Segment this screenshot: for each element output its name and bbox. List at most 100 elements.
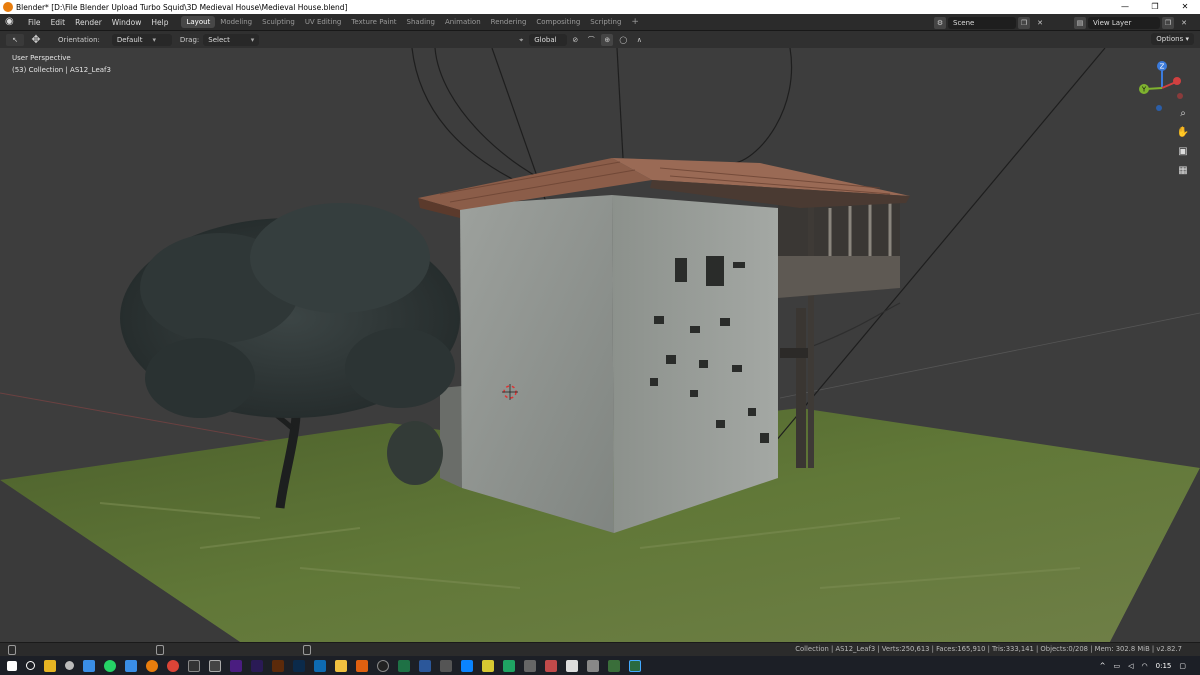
add-workspace-button[interactable]: + <box>626 17 644 27</box>
scene-selector: ⚙ Scene ❐ ✕ <box>932 16 1048 29</box>
calendar-icon[interactable] <box>125 659 137 672</box>
snap-toggle-icon[interactable]: ⊕ <box>601 33 614 46</box>
app-icon[interactable] <box>587 659 599 672</box>
maximize-button[interactable]: ❐ <box>1140 0 1170 14</box>
menu-render[interactable]: Render <box>70 18 107 27</box>
chevron-down-icon: ▾ <box>152 35 156 44</box>
window-titlebar: Blender* [D:\File Blender Upload Turbo S… <box>0 0 1200 14</box>
menu-edit[interactable]: Edit <box>46 18 71 27</box>
window-title: Blender* [D:\File Blender Upload Turbo S… <box>16 2 348 12</box>
view-layer-field[interactable]: View Layer <box>1088 16 1160 29</box>
chrome-icon[interactable] <box>167 659 179 672</box>
photoshop-icon[interactable] <box>293 659 305 672</box>
options-dropdown[interactable]: Options ▾ <box>1151 33 1194 45</box>
perspective-toggle-icon[interactable]: ▦ <box>1175 163 1191 179</box>
scene-icon[interactable]: ⚙ <box>934 16 946 29</box>
copy-scene-icon[interactable]: ❐ <box>1018 16 1030 29</box>
delete-scene-icon[interactable]: ✕ <box>1034 17 1046 29</box>
select-mode-icon[interactable]: ↖ <box>6 33 24 46</box>
view-layer-icon[interactable]: ▤ <box>1074 16 1086 29</box>
app-icon[interactable] <box>608 659 620 672</box>
menu-file[interactable]: File <box>23 18 46 27</box>
orientation-dropdown[interactable]: Default ▾ <box>111 33 172 46</box>
tab-layout[interactable]: Layout <box>181 16 216 28</box>
notifications-icon[interactable]: ▢ <box>1179 662 1186 670</box>
drag-label: Drag: <box>179 35 200 44</box>
tab-texture-paint[interactable]: Texture Paint <box>346 16 401 28</box>
zoom-icon[interactable]: ⌕ <box>1175 106 1191 122</box>
chevron-up-icon[interactable]: ^ <box>1100 662 1106 670</box>
chevron-down-icon: ▾ <box>250 35 255 44</box>
snap-icon[interactable]: ⌒ <box>585 34 597 46</box>
minimize-button[interactable]: — <box>1110 0 1140 14</box>
drag-value: Select Box <box>208 35 230 56</box>
photos-icon[interactable] <box>314 659 326 672</box>
gizmo-z-label: Z <box>1160 63 1165 71</box>
network-icon[interactable]: ▭ <box>1114 662 1121 670</box>
vlc-icon[interactable] <box>356 659 368 672</box>
hand-pan-icon[interactable]: ✋ <box>1175 125 1191 141</box>
falloff-icon[interactable]: ∧ <box>633 34 645 46</box>
menu-help[interactable]: Help <box>146 18 173 27</box>
mouse-middle-icon <box>156 645 164 655</box>
transform-orientation-icon[interactable]: ⌖ <box>515 34 527 46</box>
tab-shading[interactable]: Shading <box>402 16 440 28</box>
clock[interactable]: 0:15 <box>1156 662 1172 670</box>
tab-sculpting[interactable]: Sculpting <box>257 16 300 28</box>
app-icon[interactable] <box>545 659 557 672</box>
menu-window[interactable]: Window <box>107 18 147 27</box>
scene-name-field[interactable]: Scene <box>948 16 1016 29</box>
copy-view-layer-icon[interactable]: ❐ <box>1162 16 1174 29</box>
camera-view-icon[interactable]: ▣ <box>1175 144 1191 160</box>
blender-app-icon <box>3 2 13 12</box>
house-front-wall <box>460 195 614 533</box>
tab-uv-editing[interactable]: UV Editing <box>300 16 347 28</box>
drag-dropdown[interactable]: Select Box ▾ <box>203 33 260 56</box>
after-effects-icon[interactable] <box>230 659 242 672</box>
blender-logo-icon[interactable]: ◉ <box>5 16 19 28</box>
app-icon[interactable] <box>209 659 221 672</box>
app-icon[interactable] <box>440 659 452 672</box>
settings-gear-icon[interactable] <box>65 661 74 670</box>
window-controls: — ❐ ✕ <box>1110 0 1200 14</box>
scene-render <box>0 48 1200 642</box>
house-side-wall <box>612 195 778 533</box>
transform-pivot-icon[interactable]: ✥ <box>28 33 44 46</box>
proportional-edit-icon[interactable]: ◯ <box>617 34 629 46</box>
windows-start-icon[interactable] <box>7 660 17 671</box>
tab-rendering[interactable]: Rendering <box>486 16 532 28</box>
whatsapp-icon[interactable] <box>104 659 116 672</box>
delete-view-layer-icon[interactable]: ✕ <box>1178 17 1190 29</box>
github-icon[interactable] <box>377 659 389 672</box>
volume-icon[interactable]: ◁ <box>1128 662 1133 670</box>
tab-animation[interactable]: Animation <box>440 16 486 28</box>
tab-modeling[interactable]: Modeling <box>215 16 257 28</box>
app-icon[interactable] <box>482 659 494 672</box>
steam-icon[interactable] <box>461 659 473 672</box>
app-icon[interactable] <box>503 659 515 672</box>
wifi-icon[interactable]: ◠ <box>1142 662 1148 670</box>
orientation-value: Default <box>116 35 143 44</box>
file-explorer-icon[interactable] <box>44 659 56 672</box>
tab-compositing[interactable]: Compositing <box>531 16 585 28</box>
calculator-icon[interactable] <box>566 659 578 672</box>
3d-viewport[interactable]: User Perspective (53) Collection | AS12_… <box>0 48 1200 642</box>
bush <box>387 421 443 485</box>
excel-icon[interactable] <box>398 659 410 672</box>
premiere-icon[interactable] <box>251 659 263 672</box>
close-button[interactable]: ✕ <box>1170 0 1200 14</box>
terminal-icon[interactable] <box>188 659 200 672</box>
blender-taskbar-icon[interactable] <box>146 659 158 672</box>
active-app-icon[interactable] <box>629 659 641 672</box>
viewport-perspective-label: User Perspective <box>12 54 71 62</box>
system-tray: ^ ▭ ◁ ◠ 0:15 ▢ <box>1096 656 1190 675</box>
illustrator-icon[interactable] <box>272 659 284 672</box>
app-icon[interactable] <box>524 659 536 672</box>
word-icon[interactable] <box>419 659 431 672</box>
search-icon[interactable] <box>26 661 35 670</box>
mail-icon[interactable] <box>83 659 95 672</box>
pivot-point-icon[interactable]: ⊘ <box>569 34 581 46</box>
notes-icon[interactable] <box>335 659 347 672</box>
transform-orientation-dropdown[interactable]: Global <box>529 33 568 46</box>
tab-scripting[interactable]: Scripting <box>585 16 626 28</box>
